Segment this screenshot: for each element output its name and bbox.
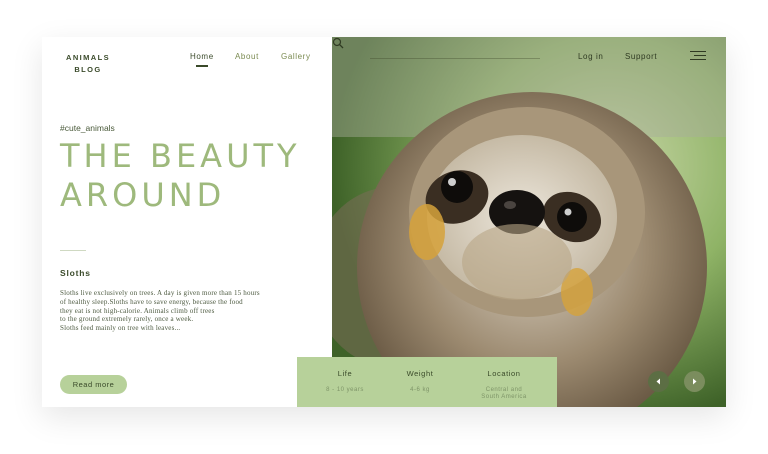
info-life-value: 8 - 10 years (326, 387, 364, 393)
info-weight-label: Weight (406, 369, 434, 378)
description-line: to the ground extremely rarely, once a w… (60, 315, 194, 324)
hero-photo: Log in Support (332, 37, 726, 407)
logo-line-2: BLOG (74, 65, 102, 74)
next-slide-button[interactable] (684, 371, 705, 392)
chevron-right-icon (693, 378, 697, 385)
read-more-button[interactable]: Read more (60, 375, 127, 394)
sloth-illustration (332, 37, 726, 407)
description-line: Sloths feed mainly on tree with leaves..… (60, 324, 181, 333)
description-text: Sloths live exclusively on trees. A day … (60, 289, 300, 333)
info-location-value: Central and South America (469, 387, 539, 401)
info-location: Location Central and South America (469, 369, 539, 401)
info-life-label: Life (337, 369, 353, 378)
site-logo[interactable]: ANIMALS BLOG (60, 52, 116, 76)
description-line: of healthy sleep.Sloths have to save ene… (60, 297, 243, 306)
search-icon[interactable] (332, 37, 344, 49)
nav-about[interactable]: About (235, 52, 259, 61)
description-line: Sloths live exclusively on trees. A day … (60, 289, 260, 297)
nav-active-underline (196, 65, 208, 67)
login-link[interactable]: Log in (578, 52, 603, 61)
page-card: ANIMALS BLOG Home About Gallery #cute_an… (42, 37, 726, 407)
nav-home[interactable]: Home (190, 52, 214, 61)
info-weight-value: 4-6 kg (410, 387, 430, 393)
left-panel: ANIMALS BLOG Home About Gallery #cute_an… (42, 37, 332, 407)
info-location-label: Location (487, 369, 521, 378)
page-headline: THE BEAUTY AROUND (60, 137, 301, 215)
logo-line-1: ANIMALS (66, 53, 110, 62)
search-input[interactable] (370, 58, 540, 59)
prev-slide-button[interactable] (648, 371, 669, 392)
nav-gallery[interactable]: Gallery (281, 52, 311, 61)
divider (60, 250, 86, 251)
description-line: they eat is not high-calorie. Animals cl… (60, 306, 215, 315)
support-link[interactable]: Support (625, 52, 657, 61)
headline-line-2: AROUND (60, 176, 226, 214)
section-subtitle: Sloths (60, 268, 91, 278)
headline-line-1: THE BEAUTY (60, 137, 301, 175)
info-location-line-1: Central and (485, 387, 523, 393)
chevron-left-icon (656, 378, 660, 385)
animal-info-panel: Life 8 - 10 years Weight 4-6 kg Location… (297, 357, 557, 407)
info-location-line-2: South America (481, 394, 527, 400)
hamburger-menu-icon[interactable] (690, 51, 706, 61)
info-life: Life 8 - 10 years (310, 369, 380, 394)
hashtag[interactable]: #cute_animals (60, 123, 115, 133)
info-weight: Weight 4-6 kg (385, 369, 455, 394)
